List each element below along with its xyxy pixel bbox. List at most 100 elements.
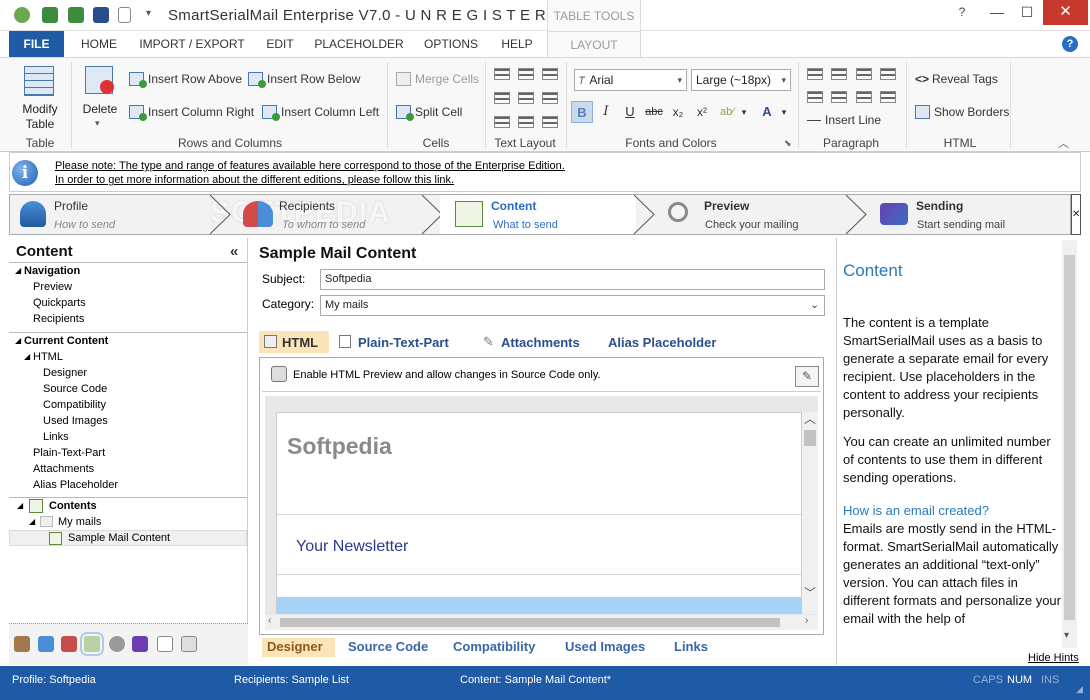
font-size-select[interactable]: Large (~18px) <box>691 69 791 91</box>
merge-cells-button[interactable]: Merge Cells <box>396 72 479 86</box>
horizontal-thumb[interactable] <box>280 618 780 627</box>
hide-hints-link[interactable]: Hide Hints <box>1028 652 1079 664</box>
align-bottom-right-icon[interactable] <box>542 116 558 128</box>
font-color-dropdown-icon[interactable]: ▾ <box>778 101 790 123</box>
align-middle-left-icon[interactable] <box>494 92 510 104</box>
save-icon[interactable] <box>93 7 109 23</box>
insert-row-above-button[interactable]: Insert Row Above <box>129 72 242 88</box>
reveal-tags-button[interactable]: <> Reveal Tags <box>915 72 998 86</box>
tree-item-source-code[interactable]: Source Code <box>43 383 107 395</box>
decrease-indent-icon[interactable] <box>856 68 872 80</box>
strikethrough-button[interactable]: abc <box>643 101 665 123</box>
home-icon[interactable] <box>14 636 30 652</box>
tree-sample-mail-content[interactable]: Sample Mail Content <box>68 532 170 544</box>
tab-html[interactable]: HTML <box>282 332 318 353</box>
category-select[interactable]: My mails <box>320 295 825 316</box>
mail-error-icon[interactable] <box>157 636 173 652</box>
scroll-left-icon[interactable]: ‹ <box>268 615 271 626</box>
help-question-icon[interactable]: ? <box>950 0 974 25</box>
tree-item-designer[interactable]: Designer <box>43 367 87 379</box>
tab-source-code[interactable]: Source Code <box>348 637 428 657</box>
tree-item-compatibility[interactable]: Compatibility <box>43 399 106 411</box>
delete-button[interactable]: Delete <box>80 102 120 116</box>
nav-item-recipients[interactable]: Recipients <box>33 313 84 325</box>
tab-file[interactable]: FILE <box>9 31 64 57</box>
show-borders-button[interactable]: Show Borders <box>915 105 1009 119</box>
scroll-right-icon[interactable]: › <box>805 615 808 626</box>
doc-heading[interactable]: Softpedia <box>287 433 392 460</box>
insert-column-right-button[interactable]: Insert Column Right <box>129 105 254 121</box>
scrollbar-thumb[interactable] <box>804 430 816 446</box>
editor-settings-icon[interactable]: ✎ <box>795 366 819 387</box>
justify-icon[interactable] <box>880 91 896 103</box>
tab-options[interactable]: OPTIONS <box>418 31 484 57</box>
numbered-list-icon[interactable] <box>831 68 847 80</box>
underline-button[interactable]: U <box>619 101 641 123</box>
align-middle-center-icon[interactable] <box>518 92 534 104</box>
tree-alias-placeholder[interactable]: Alias Placeholder <box>33 479 118 491</box>
tree-navigation[interactable]: Navigation <box>24 265 80 277</box>
tree-my-mails[interactable]: My mails <box>58 516 101 528</box>
align-left-icon[interactable] <box>807 91 823 103</box>
tree-attachments[interactable]: Attachments <box>33 463 94 475</box>
tree-toggle-icon[interactable]: ◢ <box>17 501 23 510</box>
hints-scrollbar-thumb[interactable] <box>1064 255 1075 620</box>
tab-placeholder[interactable]: PLACEHOLDER <box>310 31 408 57</box>
align-bottom-center-icon[interactable] <box>518 116 534 128</box>
tree-plain-text-part[interactable]: Plain-Text-Part <box>33 447 105 459</box>
app-mail-icon[interactable] <box>14 7 30 23</box>
new-document-icon[interactable] <box>118 7 131 23</box>
tab-help[interactable]: HELP <box>494 31 540 57</box>
align-top-right-icon[interactable] <box>542 68 558 80</box>
nav-item-preview[interactable]: Preview <box>33 281 72 293</box>
tree-contents[interactable]: Contents <box>49 500 97 512</box>
tree-item-used-images[interactable]: Used Images <box>43 415 108 427</box>
tree-item-links[interactable]: Links <box>43 431 69 443</box>
maximize-icon[interactable]: ☐ <box>1012 0 1042 25</box>
subject-input[interactable]: Softpedia <box>320 269 825 290</box>
report-icon[interactable] <box>181 636 197 652</box>
minimize-icon[interactable]: — <box>982 0 1012 25</box>
tab-links[interactable]: Links <box>674 637 708 657</box>
receive-icon[interactable] <box>68 7 84 23</box>
align-top-left-icon[interactable] <box>494 68 510 80</box>
highlight-color-dropdown-icon[interactable]: ▾ <box>738 101 750 123</box>
increase-indent-icon[interactable] <box>880 68 896 80</box>
edition-note-link-2[interactable]: In order to get more information about t… <box>55 174 454 186</box>
sending-icon[interactable] <box>132 636 148 652</box>
tab-edit[interactable]: EDIT <box>258 31 302 57</box>
superscript-button[interactable]: x² <box>691 101 713 123</box>
tree-toggle-icon[interactable]: ◢ <box>24 352 30 361</box>
tab-compatibility[interactable]: Compatibility <box>453 637 535 657</box>
bold-button[interactable]: B <box>571 101 593 123</box>
collapse-ribbon-icon[interactable]: ︿ <box>1058 135 1069 151</box>
tab-designer[interactable]: Designer <box>267 637 323 657</box>
tab-alias-placeholder[interactable]: Alias Placeholder <box>608 332 716 353</box>
tab-home[interactable]: HOME <box>72 31 126 57</box>
fonts-dialog-launcher-icon[interactable]: ⬊ <box>784 138 792 149</box>
unlock-icon[interactable] <box>271 366 287 382</box>
recipients-icon[interactable] <box>61 636 77 652</box>
edition-note-link-1[interactable]: Please note: The type and range of featu… <box>55 160 565 172</box>
tree-current-content[interactable]: Current Content <box>24 335 108 347</box>
subscript-button[interactable]: x₂ <box>667 101 689 123</box>
tree-toggle-icon[interactable]: ◢ <box>15 266 21 275</box>
profile-icon[interactable] <box>38 636 54 652</box>
italic-button[interactable]: I <box>595 101 617 123</box>
close-steps-bar-button[interactable]: ✕ <box>1071 194 1081 235</box>
category-dropdown-icon[interactable]: ⌄ <box>810 298 819 311</box>
resize-grip-icon[interactable]: ◢ <box>1076 684 1083 695</box>
modify-table-label-2[interactable]: Table <box>20 117 60 131</box>
ribbon-help-icon[interactable]: ? <box>1062 36 1078 52</box>
align-right-icon[interactable] <box>856 91 872 103</box>
tab-plain-text-part[interactable]: Plain-Text-Part <box>358 332 449 353</box>
send-icon[interactable] <box>42 7 58 23</box>
content-icon[interactable] <box>80 632 104 656</box>
highlight-color-button[interactable]: ab⁄ <box>716 101 738 123</box>
insert-row-below-button[interactable]: Insert Row Below <box>248 72 360 88</box>
insert-column-left-button[interactable]: Insert Column Left <box>262 105 379 121</box>
split-cell-button[interactable]: Split Cell <box>396 105 462 121</box>
preview-icon[interactable] <box>109 636 125 652</box>
tab-layout[interactable]: LAYOUT <box>547 31 641 57</box>
align-top-center-icon[interactable] <box>518 68 534 80</box>
